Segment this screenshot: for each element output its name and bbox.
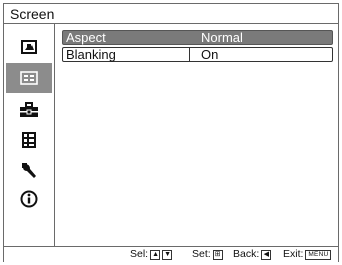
enter-key-icon: ⊞ bbox=[212, 249, 223, 260]
exit-label: Exit: bbox=[283, 248, 304, 260]
list-menu-icon bbox=[22, 132, 36, 148]
screen-icon bbox=[20, 71, 38, 85]
back-hint: Back: ◀ bbox=[233, 247, 272, 262]
setting-label: Blanking bbox=[66, 47, 116, 62]
set-label: Set: bbox=[192, 248, 211, 260]
setting-row-aspect[interactable]: Aspect Normal bbox=[62, 30, 333, 45]
menu-window: Screen Aspect Normal Blanking On Sel: ▲ … bbox=[3, 3, 339, 262]
left-arrow-icon: ◀ bbox=[261, 249, 272, 260]
menu-title: Screen bbox=[10, 6, 55, 22]
up-arrow-icon: ▲ bbox=[150, 249, 161, 260]
settings-list: Aspect Normal Blanking On bbox=[56, 24, 338, 246]
setting-value: Normal bbox=[201, 30, 243, 45]
sidebar-item-installation[interactable] bbox=[6, 155, 52, 185]
footer-help-bar: Sel: ▲ ▼ Set: ⊞ Back: ◀ Exit: MENU bbox=[4, 246, 338, 262]
setting-label: Aspect bbox=[66, 30, 106, 45]
setting-row-blanking[interactable]: Blanking On bbox=[62, 47, 333, 62]
setting-value: On bbox=[201, 47, 219, 62]
sidebar-item-menu[interactable] bbox=[6, 125, 52, 155]
wrench-icon bbox=[22, 163, 36, 178]
info-icon bbox=[20, 190, 38, 208]
set-hint: Set: ⊞ bbox=[192, 247, 223, 262]
toolbox-icon bbox=[20, 102, 38, 117]
menu-key-icon: MENU bbox=[305, 249, 332, 260]
picture-icon bbox=[21, 40, 37, 54]
down-arrow-icon: ▼ bbox=[162, 249, 173, 260]
sidebar-item-screen[interactable] bbox=[6, 63, 52, 93]
title-bar: Screen bbox=[4, 4, 338, 24]
select-label: Sel: bbox=[130, 248, 149, 260]
sidebar-item-information[interactable] bbox=[6, 184, 52, 214]
divider bbox=[189, 48, 190, 61]
sidebar bbox=[4, 24, 55, 246]
back-label: Back: bbox=[233, 248, 260, 260]
sidebar-item-picture[interactable] bbox=[6, 32, 52, 62]
select-hint: Sel: ▲ ▼ bbox=[130, 247, 173, 262]
sidebar-item-setup[interactable] bbox=[6, 95, 52, 125]
exit-hint: Exit: MENU bbox=[283, 247, 332, 262]
